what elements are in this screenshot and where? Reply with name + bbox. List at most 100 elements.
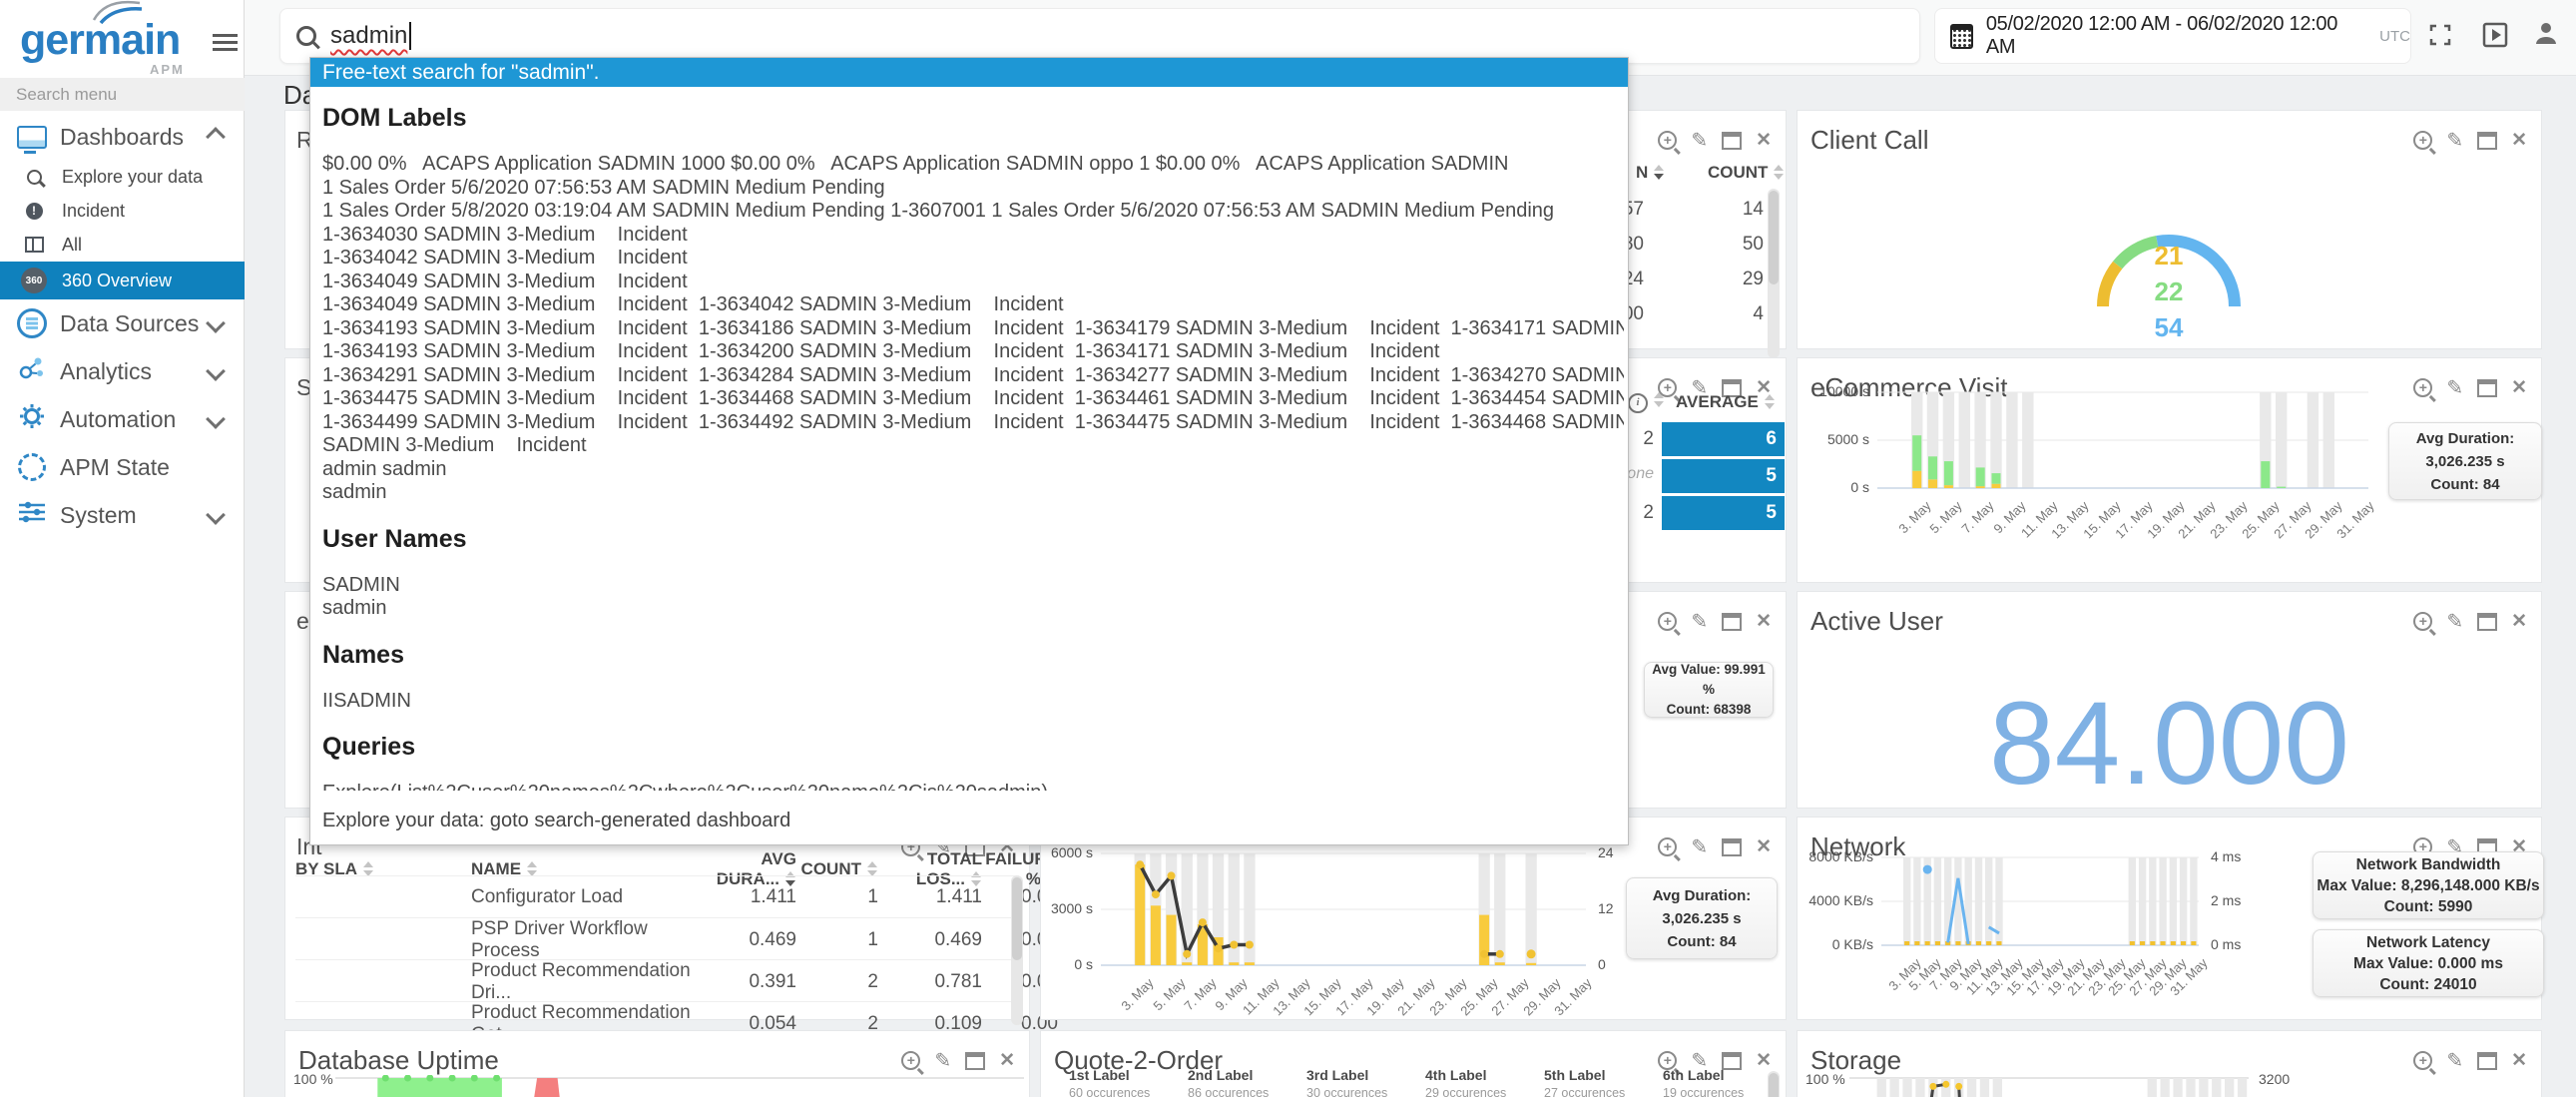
search-result-item[interactable]: $0.00 0% ACAPS Application SADMIN 1000 $…: [322, 153, 1624, 177]
incident-icon: !: [18, 203, 50, 220]
sort-icon[interactable]: [867, 861, 878, 876]
search-input-value[interactable]: sadmin: [330, 22, 407, 50]
search-result-item[interactable]: IISADMIN: [322, 690, 1624, 714]
sidebar-item-incident[interactable]: !Incident: [0, 194, 245, 228]
free-text-search-option[interactable]: Free-text search for "sadmin".: [310, 58, 1628, 87]
edit-icon[interactable]: ✎: [2446, 609, 2463, 634]
chevron-up-icon: [206, 127, 226, 147]
close-icon[interactable]: ✕: [999, 1049, 1015, 1072]
app: germain APM DashboardsExplore your data!…: [0, 0, 2576, 1097]
search-result-item[interactable]: 1-3634291 SADMIN 3-Medium Incident 1-363…: [322, 364, 1624, 388]
global-search[interactable]: sadmin: [279, 8, 1920, 64]
sort-icon[interactable]: [527, 861, 538, 876]
edit-icon[interactable]: ✎: [1691, 128, 1708, 153]
edit-icon[interactable]: ✎: [2446, 375, 2463, 400]
axis-tick-label: 10000 s: [1802, 383, 1869, 399]
search-result-item[interactable]: 1-3634042 SADMIN 3-Medium Incident: [322, 247, 1624, 271]
widget-quote2order: Quote-2-Order +✎✕ 1st Label60 occurences…: [1040, 1030, 1787, 1097]
search-result-item[interactable]: 1 Sales Order 5/6/2020 07:56:53 AM SADMI…: [322, 177, 1624, 201]
maximize-icon[interactable]: [1722, 132, 1742, 150]
search-result-item[interactable]: sadmin: [322, 597, 1624, 621]
scrollbar[interactable]: [1768, 189, 1780, 358]
axis-tick-label: 0 KB/s: [1805, 936, 1873, 952]
scrollbar[interactable]: [1011, 875, 1023, 1025]
axis-tick-label: 5000 s: [1802, 431, 1869, 447]
sidebar-item-system[interactable]: System: [0, 491, 245, 539]
columns-icon: [18, 237, 50, 253]
maximize-icon[interactable]: [1722, 838, 1742, 856]
close-icon[interactable]: ✕: [2511, 610, 2527, 633]
date-range-picker[interactable]: 05/02/2020 12:00 AM - 06/02/2020 12:00 A…: [1934, 8, 2411, 64]
table-row: Product Recommendation Dri...0.39120.781…: [295, 959, 1019, 1002]
sidebar-item-dashboards[interactable]: Dashboards: [0, 114, 245, 160]
sidebar-item-data-sources[interactable]: Data Sources: [0, 299, 245, 347]
edit-icon[interactable]: ✎: [2446, 1048, 2463, 1073]
sidebar-item-label: All: [62, 235, 82, 256]
edit-icon[interactable]: ✎: [934, 1048, 951, 1073]
close-icon[interactable]: ✕: [2511, 376, 2527, 399]
dashboards-icon: [16, 126, 48, 149]
axis-tick-label: 0 s: [1025, 956, 1093, 972]
zoom-in-icon[interactable]: +: [1658, 612, 1677, 631]
close-icon[interactable]: ✕: [1756, 129, 1772, 152]
edit-icon[interactable]: ✎: [1691, 609, 1708, 634]
maximize-icon[interactable]: [1722, 613, 1742, 631]
sidebar-item-360-overview[interactable]: 360360 Overview: [0, 262, 245, 299]
explore-data-option[interactable]: Explore your data: goto search-generated…: [322, 810, 790, 832]
funnel-stage: 1st Label60 occurencesGotoView: [1069, 1067, 1181, 1097]
maximize-icon[interactable]: [2477, 1052, 2497, 1070]
section-header: Queries: [322, 733, 1624, 762]
average-bar: 5: [1662, 496, 1785, 530]
widget-storage: Storage +✎✕ 100 % 3200: [1797, 1030, 2542, 1097]
search-result-item[interactable]: 1-3634030 SADMIN 3-Medium Incident: [322, 224, 1624, 248]
sidebar: germain APM DashboardsExplore your data!…: [0, 0, 245, 1097]
sidebar-search-input[interactable]: [0, 78, 245, 111]
present-icon[interactable]: [2482, 22, 2508, 53]
search-result-item[interactable]: 1-3634193 SADMIN 3-Medium Incident 1-363…: [322, 317, 1624, 341]
zoom-in-icon[interactable]: +: [2413, 1051, 2432, 1070]
sidebar-item-explore-your-data[interactable]: Explore your data: [0, 160, 245, 194]
sort-icon[interactable]: [363, 861, 374, 876]
zoom-in-icon[interactable]: +: [901, 1051, 920, 1070]
sidebar-item-label: Explore your data: [62, 167, 203, 188]
widget-title: Active User: [1810, 606, 1943, 637]
close-icon[interactable]: ✕: [1756, 610, 1772, 633]
user-icon[interactable]: [2533, 20, 2559, 51]
scrollbar[interactable]: [1768, 1071, 1780, 1097]
network-chart: 3. May5. May7. May9. May11. May13. May15…: [1881, 857, 2199, 950]
edit-icon[interactable]: ✎: [1691, 834, 1708, 859]
search-result-item[interactable]: Explore(List%2Cuser%20names%2Cwhere%2Cus…: [322, 782, 1624, 791]
zoom-in-icon[interactable]: +: [2413, 378, 2432, 397]
search-result-item[interactable]: 1-3634193 SADMIN 3-Medium Incident 1-363…: [322, 340, 1624, 364]
zoom-in-icon[interactable]: +: [1658, 837, 1677, 856]
sidebar-item-all[interactable]: All: [0, 228, 245, 262]
search-result-item[interactable]: 1-3634475 SADMIN 3-Medium Incident 1-363…: [322, 387, 1624, 411]
zoom-in-icon[interactable]: +: [1658, 131, 1677, 150]
search-result-item[interactable]: SADMIN 3-Medium Incident: [322, 434, 1624, 458]
search-result-item[interactable]: admin sadmin: [322, 458, 1624, 482]
sidebar-item-analytics[interactable]: Analytics: [0, 347, 245, 395]
search-result-item[interactable]: 1-3634499 SADMIN 3-Medium Incident 1-363…: [322, 411, 1624, 435]
search-result-item[interactable]: sadmin: [322, 481, 1624, 505]
system-icon: [16, 501, 48, 529]
axis-tick-label: 6000 s: [1025, 844, 1093, 860]
sidebar-item-apm-state[interactable]: APM State: [0, 443, 245, 491]
maximize-icon[interactable]: [965, 1052, 985, 1070]
zoom-in-icon[interactable]: +: [2413, 612, 2432, 631]
search-result-item[interactable]: 1-3634049 SADMIN 3-Medium Incident: [322, 271, 1624, 294]
network-latency-box: Network LatencyMax Value: 0.000 msCount:…: [2313, 929, 2544, 997]
close-icon[interactable]: ✕: [1756, 835, 1772, 858]
fullscreen-icon[interactable]: [2427, 22, 2453, 53]
maximize-icon[interactable]: [2477, 613, 2497, 631]
search-result-item[interactable]: SADMIN: [322, 574, 1624, 598]
close-icon[interactable]: ✕: [2511, 1049, 2527, 1072]
maximize-icon[interactable]: [2477, 379, 2497, 397]
funnel-stage: 2nd Label86 occurencesGotoView: [1188, 1067, 1299, 1097]
sidebar-item-automation[interactable]: Automation: [0, 395, 245, 443]
section-header: DOM Labels: [322, 104, 1624, 133]
sidebar-nav: Dashboards Explore your data !Incident All 3…: [0, 114, 245, 539]
search-result-item[interactable]: 1 Sales Order 5/8/2020 03:19:04 AM SADMI…: [322, 200, 1624, 224]
search-result-item[interactable]: 1-3634049 SADMIN 3-Medium Incident 1-363…: [322, 293, 1624, 317]
widget-network: Network +✎✕ 3. May5. May7. May9. May11. …: [1797, 817, 2542, 1020]
menu-toggle-icon[interactable]: [213, 30, 238, 55]
